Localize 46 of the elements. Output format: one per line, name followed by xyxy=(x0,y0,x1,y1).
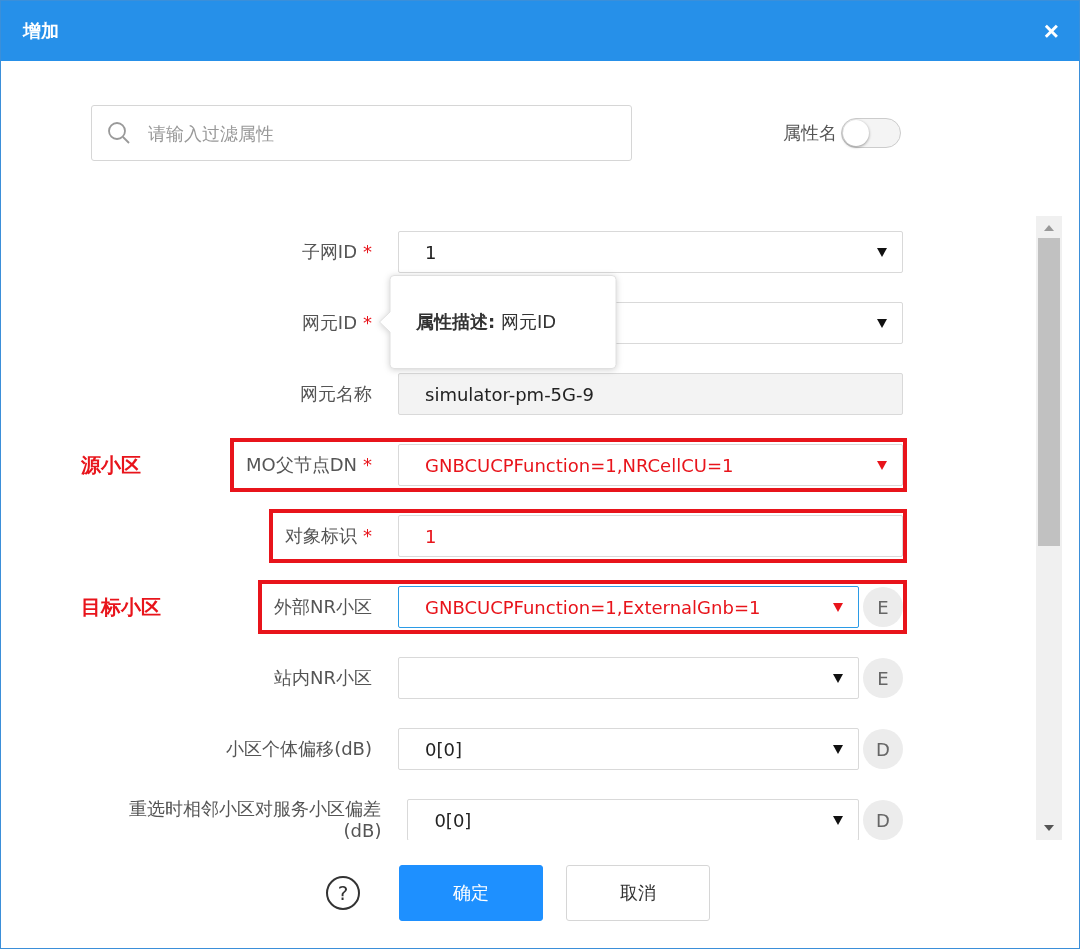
input-field[interactable]: 1 xyxy=(398,515,903,557)
window-title: 增加 xyxy=(23,19,59,43)
help-button[interactable]: ? xyxy=(326,876,360,910)
caret-icon xyxy=(832,814,844,826)
required-mark: * xyxy=(363,312,372,333)
annotation-label: 源小区 xyxy=(81,451,141,479)
required-mark: * xyxy=(363,241,372,262)
field-label: 子网ID xyxy=(301,241,357,263)
caret-icon xyxy=(832,743,844,755)
field-label: 网元ID xyxy=(301,312,357,334)
required-mark: * xyxy=(363,525,372,546)
field-label: 网元名称 xyxy=(300,383,372,405)
required-mark: * xyxy=(363,454,372,475)
field-label: 小区个体偏移(dB) xyxy=(226,738,372,760)
toggle-switch[interactable] xyxy=(841,118,901,148)
side-button[interactable]: D xyxy=(863,800,903,840)
side-button[interactable]: E xyxy=(863,658,903,698)
caret-icon xyxy=(832,672,844,684)
dropdown-field[interactable]: 1 xyxy=(398,231,903,273)
readonly-field: simulator-pm-5G-9 xyxy=(398,373,903,415)
field-label: 重选时相邻小区对服务小区偏差(dB) xyxy=(128,798,382,840)
close-button[interactable]: × xyxy=(1043,15,1059,47)
confirm-button[interactable]: 确定 xyxy=(399,865,543,921)
field-label: 站内NR小区 xyxy=(274,667,372,689)
field-label: 外部NR小区 xyxy=(274,596,372,618)
field-label: MO父节点DN xyxy=(245,454,357,476)
field-label: 对象标识 xyxy=(285,525,357,547)
caret-icon xyxy=(832,601,844,613)
dropdown-field[interactable]: 0[0] xyxy=(407,799,859,840)
cancel-button[interactable]: 取消 xyxy=(566,865,710,921)
dropdown-field[interactable]: GNBCUCPFunction=1,NRCellCU=1 xyxy=(398,444,903,486)
toggle-label: 属性名 xyxy=(783,121,837,145)
search-field[interactable]: 请输入过滤属性 xyxy=(91,105,632,161)
caret-icon xyxy=(876,459,888,471)
caret-icon xyxy=(876,246,888,258)
tooltip: 属性描述: 网元ID xyxy=(378,275,617,369)
scroll-thumb[interactable] xyxy=(1038,238,1060,546)
search-icon xyxy=(107,121,131,145)
side-button[interactable]: D xyxy=(863,729,903,769)
side-button[interactable]: E xyxy=(863,587,903,627)
scrollbar[interactable] xyxy=(1036,216,1062,840)
dropdown-field[interactable]: 0[0] xyxy=(398,728,859,770)
dropdown-field[interactable] xyxy=(398,657,859,699)
annotation-label: 目标小区 xyxy=(81,593,161,621)
caret-icon xyxy=(876,317,888,329)
dropdown-field[interactable]: GNBCUCPFunction=1,ExternalGnb=1 xyxy=(398,586,859,628)
